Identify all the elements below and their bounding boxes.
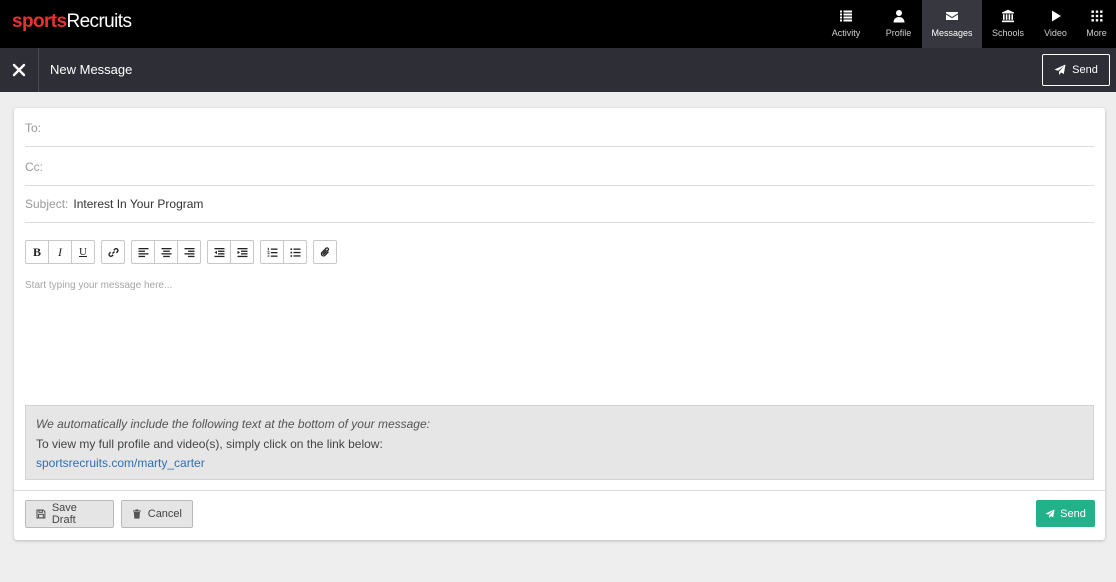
align-center-button[interactable] bbox=[154, 240, 178, 264]
institution-icon bbox=[1002, 9, 1014, 23]
header-send-label: Send bbox=[1072, 64, 1098, 76]
close-button[interactable] bbox=[0, 48, 39, 92]
text-style-group: B I U bbox=[25, 240, 95, 264]
save-draft-label: Save Draft bbox=[51, 502, 77, 526]
envelope-icon bbox=[946, 12, 958, 20]
formatting-toolbar: B I U bbox=[25, 240, 343, 264]
align-right-icon bbox=[184, 247, 194, 257]
profile-link[interactable]: sportsrecruits.com/marty_carter bbox=[36, 454, 1083, 474]
paper-plane-icon bbox=[1054, 64, 1066, 75]
nav-item-schools[interactable]: Schools bbox=[982, 0, 1034, 48]
send-label: Send bbox=[1060, 507, 1086, 520]
compose-card: To: Cc: Subject: B I U bbox=[14, 108, 1105, 540]
list-group bbox=[260, 240, 307, 264]
link-icon bbox=[107, 247, 119, 257]
save-draft-button[interactable]: Save Draft bbox=[25, 500, 114, 528]
auto-signature-intro: We automatically include the following t… bbox=[36, 417, 430, 431]
nav-label-activity: Activity bbox=[831, 28, 861, 38]
outdent-icon bbox=[214, 247, 224, 257]
indent-button[interactable] bbox=[230, 240, 254, 264]
grid-icon bbox=[1091, 10, 1102, 22]
indent-group bbox=[207, 240, 254, 264]
nav-item-messages[interactable]: Messages bbox=[922, 0, 982, 48]
cc-row: Cc: bbox=[25, 148, 1094, 186]
list-icon bbox=[840, 10, 852, 22]
trash-icon bbox=[132, 509, 141, 519]
outdent-button[interactable] bbox=[207, 240, 231, 264]
logo-text-sports: sports bbox=[12, 11, 67, 32]
play-icon bbox=[1051, 10, 1061, 22]
paper-plane-icon bbox=[1045, 508, 1055, 518]
alignment-group bbox=[131, 240, 201, 264]
bullet-list-icon bbox=[290, 247, 300, 257]
subject-label: Subject: bbox=[25, 197, 69, 211]
italic-button[interactable]: I bbox=[48, 240, 72, 264]
numbered-list-icon bbox=[267, 247, 277, 257]
cancel-label: Cancel bbox=[147, 508, 182, 520]
cc-field[interactable] bbox=[48, 159, 1094, 174]
align-left-icon bbox=[138, 247, 148, 257]
nav-item-profile[interactable]: Profile bbox=[875, 0, 922, 48]
to-label: To: bbox=[25, 120, 42, 135]
actions-divider bbox=[14, 490, 1105, 491]
paperclip-icon bbox=[320, 246, 329, 256]
auto-signature-text: To view my full profile and video(s), si… bbox=[36, 436, 383, 451]
subject-row: Subject: bbox=[25, 186, 1094, 223]
nav-item-video[interactable]: Video bbox=[1034, 0, 1077, 48]
top-navigation-bar: sportsRecruits Activity Profile Messages… bbox=[0, 0, 1116, 48]
main-nav: Activity Profile Messages Schools Video … bbox=[817, 0, 1116, 48]
subject-field[interactable] bbox=[73, 197, 1094, 211]
bullet-list-button[interactable] bbox=[283, 240, 307, 264]
bold-button[interactable]: B bbox=[25, 240, 49, 264]
send-button[interactable]: Send bbox=[1036, 500, 1095, 527]
nav-label-schools: Schools bbox=[991, 28, 1025, 38]
nav-label-more: More bbox=[1086, 28, 1107, 38]
nav-item-more[interactable]: More bbox=[1077, 0, 1116, 48]
logo-text-recruits: Recruits bbox=[66, 11, 132, 32]
attach-file-button[interactable] bbox=[313, 240, 337, 264]
page-title: New Message bbox=[50, 62, 133, 77]
header-send-button[interactable]: Send bbox=[1042, 54, 1110, 86]
close-icon bbox=[12, 63, 26, 77]
attach-group bbox=[313, 240, 337, 264]
save-icon bbox=[36, 509, 46, 519]
cc-label: Cc: bbox=[25, 159, 43, 174]
nav-label-video: Video bbox=[1044, 28, 1067, 38]
align-left-button[interactable] bbox=[131, 240, 155, 264]
align-right-button[interactable] bbox=[177, 240, 201, 264]
auto-signature-note: We automatically include the following t… bbox=[25, 405, 1094, 480]
user-icon bbox=[893, 10, 904, 23]
cancel-button[interactable]: Cancel bbox=[121, 500, 193, 528]
nav-label-profile: Profile bbox=[885, 28, 912, 38]
insert-link-button[interactable] bbox=[101, 240, 125, 264]
to-row: To: bbox=[25, 109, 1094, 147]
underline-button[interactable]: U bbox=[71, 240, 95, 264]
link-group bbox=[101, 240, 125, 264]
to-field[interactable] bbox=[46, 120, 1094, 135]
message-body-editor[interactable] bbox=[25, 280, 1094, 390]
sportsrecruits-logo[interactable]: sportsRecruits bbox=[12, 11, 132, 32]
align-center-icon bbox=[161, 247, 171, 257]
nav-item-activity[interactable]: Activity bbox=[817, 0, 875, 48]
nav-label-messages: Messages bbox=[931, 28, 973, 38]
ordered-list-button[interactable] bbox=[260, 240, 284, 264]
indent-icon bbox=[237, 247, 247, 257]
compose-header-bar: New Message Send bbox=[0, 48, 1116, 92]
